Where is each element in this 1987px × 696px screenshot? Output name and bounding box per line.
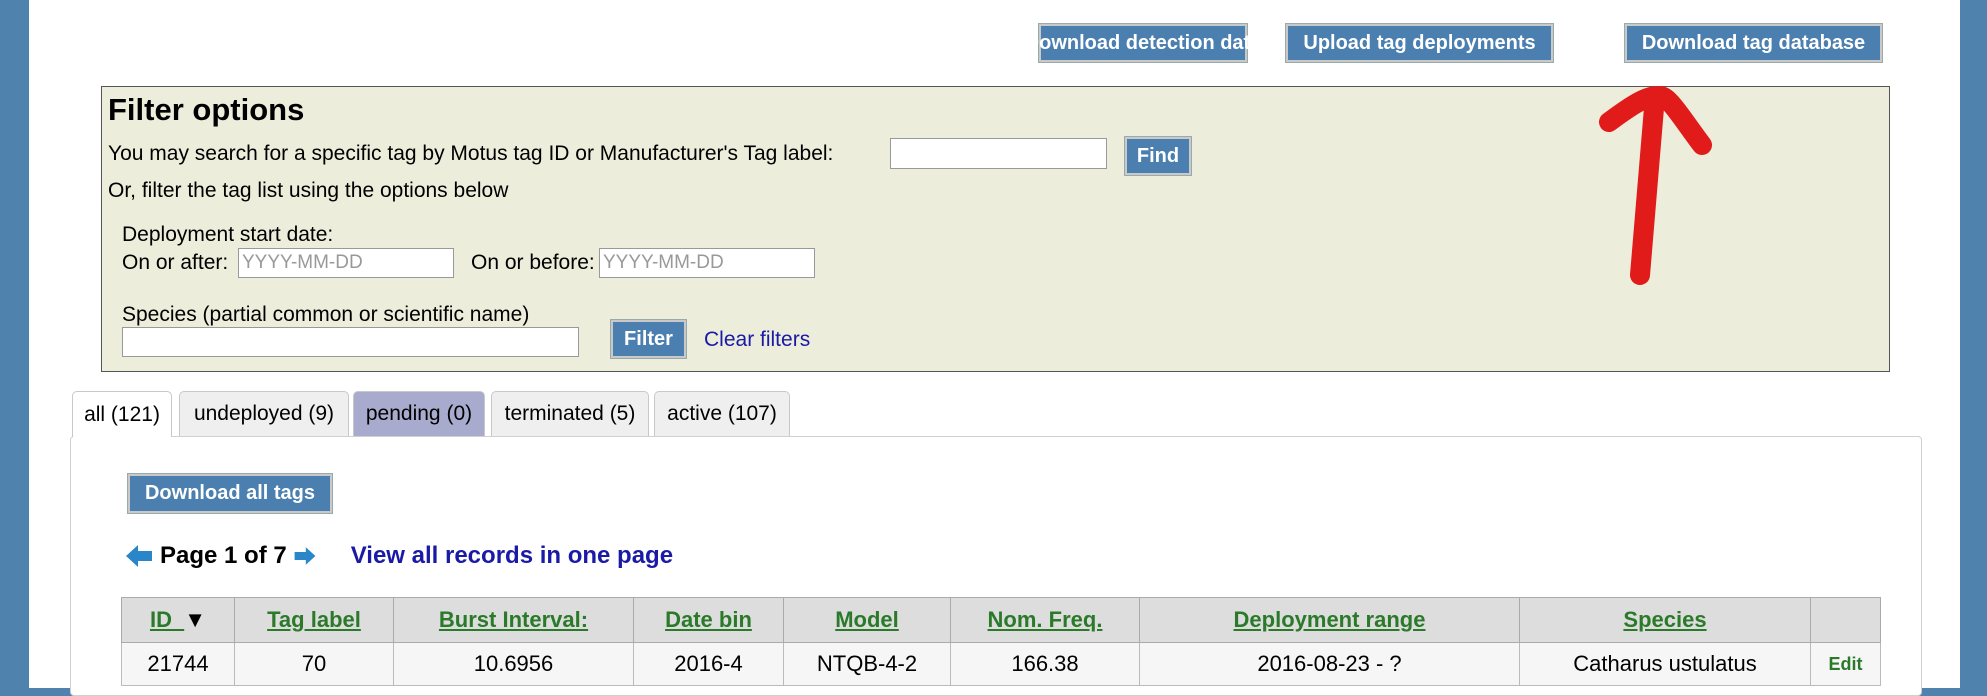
tab-terminated[interactable]: terminated (5) bbox=[491, 391, 649, 436]
page: Download detection data Upload tag deplo… bbox=[29, 0, 1960, 696]
cell-tag-label: 70 bbox=[234, 642, 394, 686]
column-header-species[interactable]: Species bbox=[1519, 597, 1811, 643]
tab-all[interactable]: all (121) bbox=[72, 391, 172, 437]
tab-undeployed[interactable]: undeployed (9) bbox=[179, 391, 349, 436]
column-header-nom-freq[interactable]: Nom. Freq. bbox=[950, 597, 1140, 643]
tag-search-input[interactable] bbox=[890, 138, 1107, 169]
filter-options-title: Filter options bbox=[108, 92, 305, 127]
download-detection-data-button[interactable]: Download detection data bbox=[1025, 24, 1261, 62]
find-button[interactable]: Find bbox=[1125, 137, 1191, 175]
on-or-before-label: On or before: bbox=[471, 251, 595, 274]
upload-tag-deployments-button[interactable]: Upload tag deployments bbox=[1286, 24, 1553, 62]
previous-page-icon[interactable] bbox=[124, 543, 154, 569]
next-page-icon[interactable] bbox=[293, 543, 317, 569]
on-or-before-date-input[interactable] bbox=[599, 248, 815, 278]
on-or-after-date-input[interactable] bbox=[238, 248, 454, 278]
column-header-date-bin[interactable]: Date bin bbox=[633, 597, 784, 643]
page-indicator: Page 1 of 7 bbox=[160, 542, 287, 569]
cell-burst-interval: 10.6956 bbox=[393, 642, 634, 686]
sort-desc-icon: ▼ bbox=[184, 607, 206, 632]
deployment-start-label: Deployment start date: bbox=[122, 223, 334, 246]
filter-instructions: Or, filter the tag list using the option… bbox=[108, 179, 509, 202]
cell-nom-freq: 166.38 bbox=[950, 642, 1140, 686]
tab-active[interactable]: active (107) bbox=[654, 391, 790, 436]
filter-button[interactable]: Filter bbox=[611, 320, 686, 358]
cell-date-bin: 2016-4 bbox=[633, 642, 784, 686]
table-row: 21744 70 10.6956 2016-4 NTQB-4-2 166.38 … bbox=[121, 642, 1881, 686]
cell-id: 21744 bbox=[121, 642, 235, 686]
clear-filters-link[interactable]: Clear filters bbox=[704, 328, 810, 352]
column-header-model[interactable]: Model bbox=[783, 597, 951, 643]
edit-link[interactable]: Edit bbox=[1810, 642, 1881, 686]
pager: Page 1 of 7 View all records in one page bbox=[124, 540, 679, 572]
search-instructions: You may search for a specific tag by Mot… bbox=[108, 142, 834, 165]
download-all-tags-button[interactable]: Download all tags bbox=[128, 474, 332, 513]
view-all-records-link[interactable]: View all records in one page bbox=[351, 542, 673, 570]
on-or-after-label: On or after: bbox=[122, 251, 229, 274]
species-input[interactable] bbox=[122, 327, 579, 357]
tab-pending[interactable]: pending (0) bbox=[353, 391, 485, 436]
species-label: Species (partial common or scientific na… bbox=[122, 303, 530, 326]
column-header-id[interactable]: ID ▼ bbox=[121, 597, 235, 643]
tags-table: ID ▼ Tag label Burst Interval: Date bin … bbox=[121, 597, 1881, 686]
column-header-tag-label[interactable]: Tag label bbox=[234, 597, 394, 643]
table-header-row: ID ▼ Tag label Burst Interval: Date bin … bbox=[121, 597, 1881, 643]
column-header-actions bbox=[1810, 597, 1881, 643]
column-header-deployment-range[interactable]: Deployment range bbox=[1139, 597, 1520, 643]
red-annotation-arrow bbox=[1599, 86, 1712, 285]
column-header-burst-interval[interactable]: Burst Interval: bbox=[393, 597, 634, 643]
download-tag-database-button[interactable]: Download tag database bbox=[1625, 24, 1882, 62]
cell-deployment-range: 2016-08-23 - ? bbox=[1139, 642, 1520, 686]
cell-species: Catharus ustulatus bbox=[1519, 642, 1811, 686]
cell-model: NTQB-4-2 bbox=[783, 642, 951, 686]
